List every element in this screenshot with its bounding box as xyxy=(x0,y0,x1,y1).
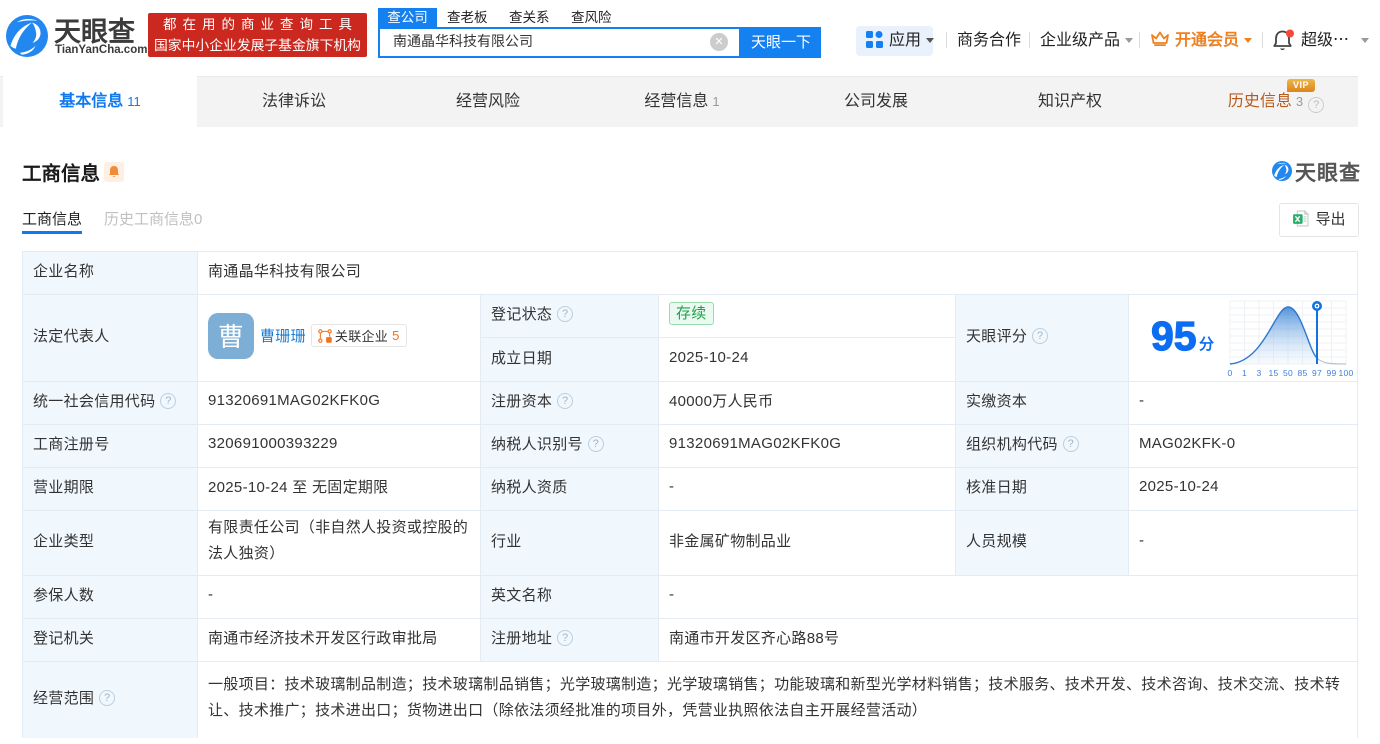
svg-text:15: 15 xyxy=(1268,368,1278,378)
svg-text:0: 0 xyxy=(1227,368,1232,378)
svg-text:1: 1 xyxy=(1242,368,1247,378)
svg-text:50: 50 xyxy=(1283,368,1293,378)
svg-text:99: 99 xyxy=(1326,368,1336,378)
svg-text:97: 97 xyxy=(1312,368,1322,378)
svg-text:3: 3 xyxy=(1256,368,1261,378)
svg-text:85: 85 xyxy=(1297,368,1307,378)
svg-text:100: 100 xyxy=(1338,368,1353,378)
